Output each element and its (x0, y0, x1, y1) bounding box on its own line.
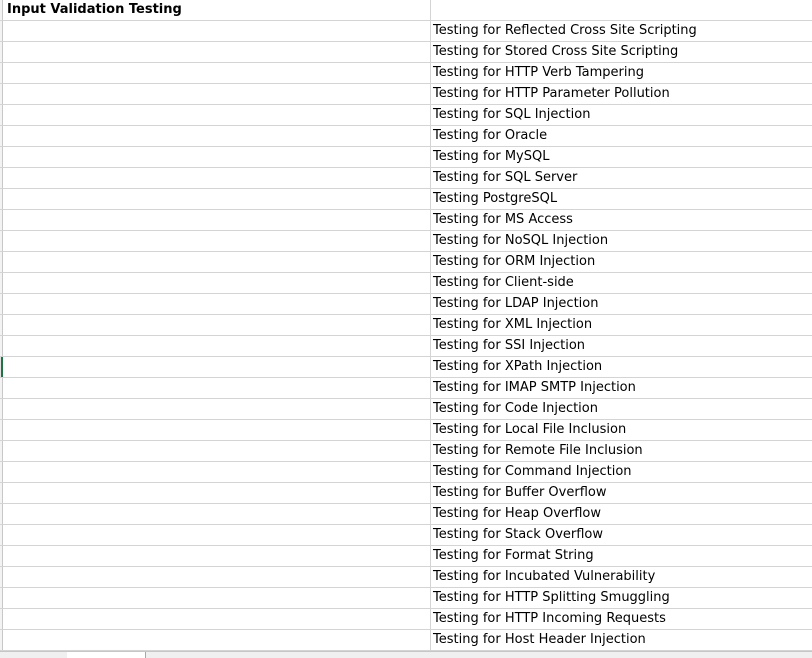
test-item-cell[interactable]: Testing for Local File Inclusion (431, 420, 812, 440)
empty-cell[interactable] (3, 168, 431, 188)
table-row: Testing for Buffer Overflow (0, 483, 812, 504)
empty-cell[interactable] (3, 399, 431, 419)
table-row: Testing for HTTP Incoming Requests (0, 609, 812, 630)
table-row: Testing for XML Injection (0, 315, 812, 336)
table-row: Testing for Remote File Inclusion (0, 441, 812, 462)
tab-divider (145, 652, 146, 658)
test-item-cell[interactable]: Testing for NoSQL Injection (431, 231, 812, 251)
empty-cell[interactable] (3, 441, 431, 461)
empty-cell[interactable] (3, 63, 431, 83)
table-row-title: Input Validation Testing (0, 0, 812, 21)
test-item-cell[interactable]: Testing for Buffer Overflow (431, 483, 812, 503)
empty-cell[interactable] (3, 609, 431, 629)
table-row: Testing for Oracle (0, 126, 812, 147)
test-item-cell[interactable]: Testing for MySQL (431, 147, 812, 167)
table-row: Testing for Local File Inclusion (0, 420, 812, 441)
table-row: Testing for Incubated Vulnerability (0, 567, 812, 588)
empty-cell[interactable] (3, 315, 431, 335)
test-item-cell[interactable]: Testing for Heap Overflow (431, 504, 812, 524)
test-item-cell[interactable]: Testing for Client-side (431, 273, 812, 293)
empty-cell[interactable] (3, 462, 431, 482)
empty-cell[interactable] (3, 273, 431, 293)
empty-cell[interactable] (3, 84, 431, 104)
test-item-cell[interactable]: Testing for Oracle (431, 126, 812, 146)
table-row: Testing for Host Header Injection (0, 630, 812, 651)
test-item-cell[interactable]: Testing for Remote File Inclusion (431, 441, 812, 461)
table-row: Testing for XPath Injection (0, 357, 812, 378)
empty-cell[interactable] (3, 252, 431, 272)
empty-cell[interactable] (3, 147, 431, 167)
table-row: Testing for SQL Injection (0, 105, 812, 126)
table-row: Testing for HTTP Splitting Smuggling (0, 588, 812, 609)
test-item-cell[interactable]: Testing for SQL Server (431, 168, 812, 188)
table-row: Testing for MS Access (0, 210, 812, 231)
table-row: Testing for HTTP Parameter Pollution (0, 84, 812, 105)
sheet-tab-bar (0, 651, 812, 658)
table-row: Testing for SQL Server (0, 168, 812, 189)
test-item-cell[interactable]: Testing for HTTP Verb Tampering (431, 63, 812, 83)
table-row: Testing for Code Injection (0, 399, 812, 420)
test-item-cell[interactable]: Testing for XML Injection (431, 315, 812, 335)
empty-cell[interactable] (3, 210, 431, 230)
test-item-cell[interactable]: Testing for Incubated Vulnerability (431, 567, 812, 587)
empty-cell[interactable] (3, 126, 431, 146)
empty-cell[interactable] (3, 483, 431, 503)
test-item-cell[interactable]: Testing for MS Access (431, 210, 812, 230)
test-item-cell[interactable]: Testing for Reflected Cross Site Scripti… (431, 21, 812, 41)
empty-cell[interactable] (3, 189, 431, 209)
table-row: Testing for Stack Overflow (0, 525, 812, 546)
table-row: Testing PostgreSQL (0, 189, 812, 210)
cell-grid: Input Validation Testing Testing for Ref… (0, 0, 812, 651)
empty-cell[interactable] (3, 294, 431, 314)
empty-cell[interactable] (3, 630, 431, 650)
table-row: Testing for MySQL (0, 147, 812, 168)
table-row: Testing for Client-side (0, 273, 812, 294)
table-row: Testing for Stored Cross Site Scripting (0, 42, 812, 63)
empty-cell[interactable] (3, 105, 431, 125)
table-row: Testing for SSI Injection (0, 336, 812, 357)
test-item-cell[interactable]: Testing for Stored Cross Site Scripting (431, 42, 812, 62)
empty-cell[interactable] (3, 357, 431, 377)
table-row: Testing for Command Injection (0, 462, 812, 483)
empty-cell[interactable] (3, 504, 431, 524)
table-row: Testing for Heap Overflow (0, 504, 812, 525)
test-item-cell[interactable]: Testing for HTTP Incoming Requests (431, 609, 812, 629)
table-row: Testing for IMAP SMTP Injection (0, 378, 812, 399)
empty-cell[interactable] (3, 546, 431, 566)
empty-cell[interactable] (3, 567, 431, 587)
table-row: Testing for Format String (0, 546, 812, 567)
empty-cell[interactable] (3, 378, 431, 398)
table-row: Testing for NoSQL Injection (0, 231, 812, 252)
spreadsheet-grid: Input Validation Testing Testing for Ref… (0, 0, 812, 658)
test-item-cell[interactable]: Testing for HTTP Parameter Pollution (431, 84, 812, 104)
test-item-cell[interactable]: Testing for Stack Overflow (431, 525, 812, 545)
test-item-cell[interactable]: Testing for IMAP SMTP Injection (431, 378, 812, 398)
test-item-cell[interactable]: Testing for Format String (431, 546, 812, 566)
test-item-cell[interactable]: Testing for Host Header Injection (431, 630, 812, 650)
table-row: Testing for LDAP Injection (0, 294, 812, 315)
test-item-cell[interactable]: Testing for LDAP Injection (431, 294, 812, 314)
empty-cell[interactable] (431, 0, 812, 20)
empty-cell[interactable] (3, 336, 431, 356)
table-row: Testing for HTTP Verb Tampering (0, 63, 812, 84)
empty-cell[interactable] (3, 42, 431, 62)
empty-cell[interactable] (3, 525, 431, 545)
test-item-cell[interactable]: Testing for Code Injection (431, 399, 812, 419)
test-item-cell[interactable]: Testing for SQL Injection (431, 105, 812, 125)
table-row: Testing for ORM Injection (0, 252, 812, 273)
test-item-cell[interactable]: Testing for XPath Injection (431, 357, 812, 377)
table-row: Testing for Reflected Cross Site Scripti… (0, 21, 812, 42)
empty-cell[interactable] (3, 588, 431, 608)
test-item-cell[interactable]: Testing for HTTP Splitting Smuggling (431, 588, 812, 608)
test-item-cell[interactable]: Testing for ORM Injection (431, 252, 812, 272)
sheet-tab[interactable] (67, 652, 145, 658)
section-title-cell[interactable]: Input Validation Testing (3, 0, 431, 20)
empty-cell[interactable] (3, 231, 431, 251)
empty-cell[interactable] (3, 21, 431, 41)
empty-cell[interactable] (3, 420, 431, 440)
test-item-cell[interactable]: Testing for SSI Injection (431, 336, 812, 356)
test-item-cell[interactable]: Testing PostgreSQL (431, 189, 812, 209)
test-item-cell[interactable]: Testing for Command Injection (431, 462, 812, 482)
